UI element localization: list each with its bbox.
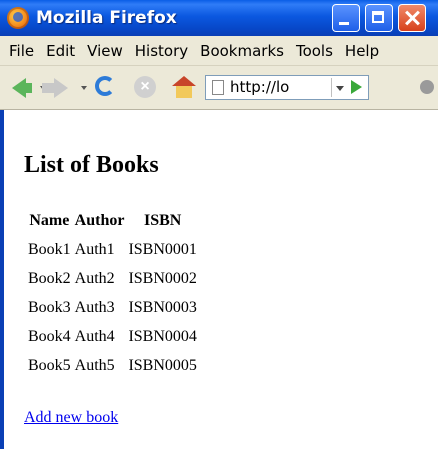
book-isbn: ISBN0004 <box>128 327 197 345</box>
back-arrow-icon[interactable] <box>12 78 32 98</box>
book-name: Book4 <box>28 327 71 345</box>
table-row: Book1 Auth1 ISBN0001 <box>28 235 197 264</box>
window-title-bar[interactable]: Mozilla Firefox <box>0 0 438 36</box>
minimize-button[interactable] <box>332 4 360 32</box>
column-header-author: Author <box>74 211 125 229</box>
forward-arrow-icon[interactable] <box>42 78 68 98</box>
book-name: Book5 <box>28 356 71 374</box>
column-header-isbn: ISBN <box>144 211 182 229</box>
table-row: Book2 Auth2 ISBN0002 <box>28 264 197 293</box>
home-icon[interactable] <box>172 76 196 98</box>
url-dropdown-button[interactable] <box>331 78 348 97</box>
page-title: List of Books <box>24 152 159 178</box>
menu-bookmarks[interactable]: Bookmarks <box>200 42 284 60</box>
go-arrow-icon[interactable] <box>351 80 362 94</box>
book-isbn: ISBN0003 <box>128 298 197 316</box>
book-name: Book2 <box>28 269 71 287</box>
menu-history[interactable]: History <box>135 42 188 60</box>
book-author: Auth5 <box>74 356 115 374</box>
menu-help[interactable]: Help <box>345 42 379 60</box>
book-author: Auth4 <box>74 327 115 345</box>
menu-edit[interactable]: Edit <box>46 42 75 60</box>
table-row: Book4 Auth4 ISBN0004 <box>28 322 197 351</box>
window-title: Mozilla Firefox <box>36 8 177 28</box>
page-icon <box>212 80 224 95</box>
address-bar[interactable]: http://lo <box>205 75 369 100</box>
reload-icon[interactable] <box>95 76 115 96</box>
column-header-name: Name <box>29 211 70 229</box>
book-author: Auth1 <box>74 240 115 258</box>
firefox-logo-icon <box>7 7 29 29</box>
book-isbn: ISBN0001 <box>128 240 197 258</box>
book-name: Book1 <box>28 240 71 258</box>
book-name: Book3 <box>28 298 71 316</box>
stop-icon[interactable]: × <box>134 76 156 98</box>
book-isbn: ISBN0002 <box>128 269 197 287</box>
table-row: Book5 Auth5 ISBN0005 <box>28 351 197 380</box>
menu-view[interactable]: View <box>87 42 123 60</box>
book-isbn: ISBN0005 <box>128 356 197 374</box>
toolbar-extra-icon[interactable] <box>420 80 434 94</box>
books-table: Name Author ISBN Book1 Auth1 ISBN0001 Bo… <box>24 206 201 380</box>
forward-history-dropdown-icon[interactable] <box>81 86 87 90</box>
table-header-row: Name Author ISBN <box>28 206 197 235</box>
book-author: Auth3 <box>74 298 115 316</box>
page-content: List of Books Name Author ISBN Book1 Aut… <box>0 110 438 449</box>
menu-file[interactable]: File <box>9 42 34 60</box>
table-row: Book3 Auth3 ISBN0003 <box>28 293 197 322</box>
menu-tools[interactable]: Tools <box>296 42 333 60</box>
url-input[interactable]: http://lo <box>230 78 326 96</box>
add-new-book-link[interactable]: Add new book <box>24 409 118 427</box>
book-author: Auth2 <box>74 269 115 287</box>
navigation-toolbar: × http://lo <box>0 66 438 110</box>
menu-bar: File Edit View History Bookmarks Tools H… <box>0 36 438 66</box>
close-button[interactable] <box>398 4 426 32</box>
maximize-button[interactable] <box>365 4 393 32</box>
